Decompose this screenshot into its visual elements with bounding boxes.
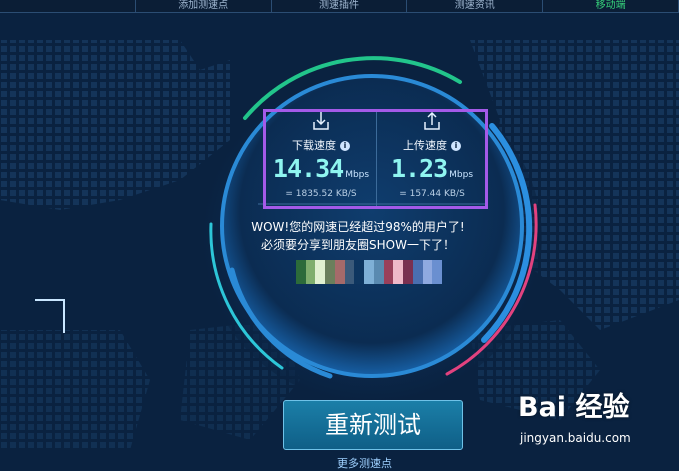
baidu-logo: Bai 经验 xyxy=(518,392,630,423)
more-test-points-link[interactable]: 更多测速点 xyxy=(337,455,392,471)
info-icon[interactable]: i xyxy=(340,141,350,151)
speed-results-highlight: 下载速度 i 14.34 Mbps = 1835.52 KB/S 上传速度 i 1.2… xyxy=(263,109,488,209)
upload-icon xyxy=(424,112,440,130)
download-speed: 14.34 Mbps xyxy=(266,154,376,183)
upload-label: 上传速度 i xyxy=(377,137,487,153)
download-speed-value: 14.34 xyxy=(272,154,344,183)
download-label: 下载速度 i xyxy=(266,137,376,153)
corner-bracket xyxy=(35,299,65,333)
watermark-url: jingyan.baidu.com xyxy=(520,431,631,445)
retest-button[interactable]: 重新测试 xyxy=(283,400,463,450)
result-message-line1: WOW!您的网速已经超过98%的用户了! xyxy=(251,220,465,234)
upload-speed: 1.23 Mbps xyxy=(377,154,487,183)
download-panel: 下载速度 i 14.34 Mbps = 1835.52 KB/S xyxy=(266,112,376,206)
upload-speed-value: 1.23 xyxy=(390,154,448,183)
download-icon xyxy=(313,112,329,130)
pixelated-share-icons[interactable] xyxy=(296,260,443,284)
baidu-jingyan-watermark: Bai 经验 jingyan.baidu.com xyxy=(518,385,678,455)
info-icon[interactable]: i xyxy=(451,141,461,151)
upload-panel: 上传速度 i 1.23 Mbps = 157.44 KB/S xyxy=(376,112,487,206)
upload-kbs: = 157.44 KB/S xyxy=(399,189,465,199)
download-speed-unit: Mbps xyxy=(345,170,370,180)
download-kbs: = 1835.52 KB/S xyxy=(285,189,357,199)
upload-speed-unit: Mbps xyxy=(449,170,474,180)
result-message-line2: 必须要分享到朋友圈SHOW一下了！ xyxy=(261,238,455,252)
